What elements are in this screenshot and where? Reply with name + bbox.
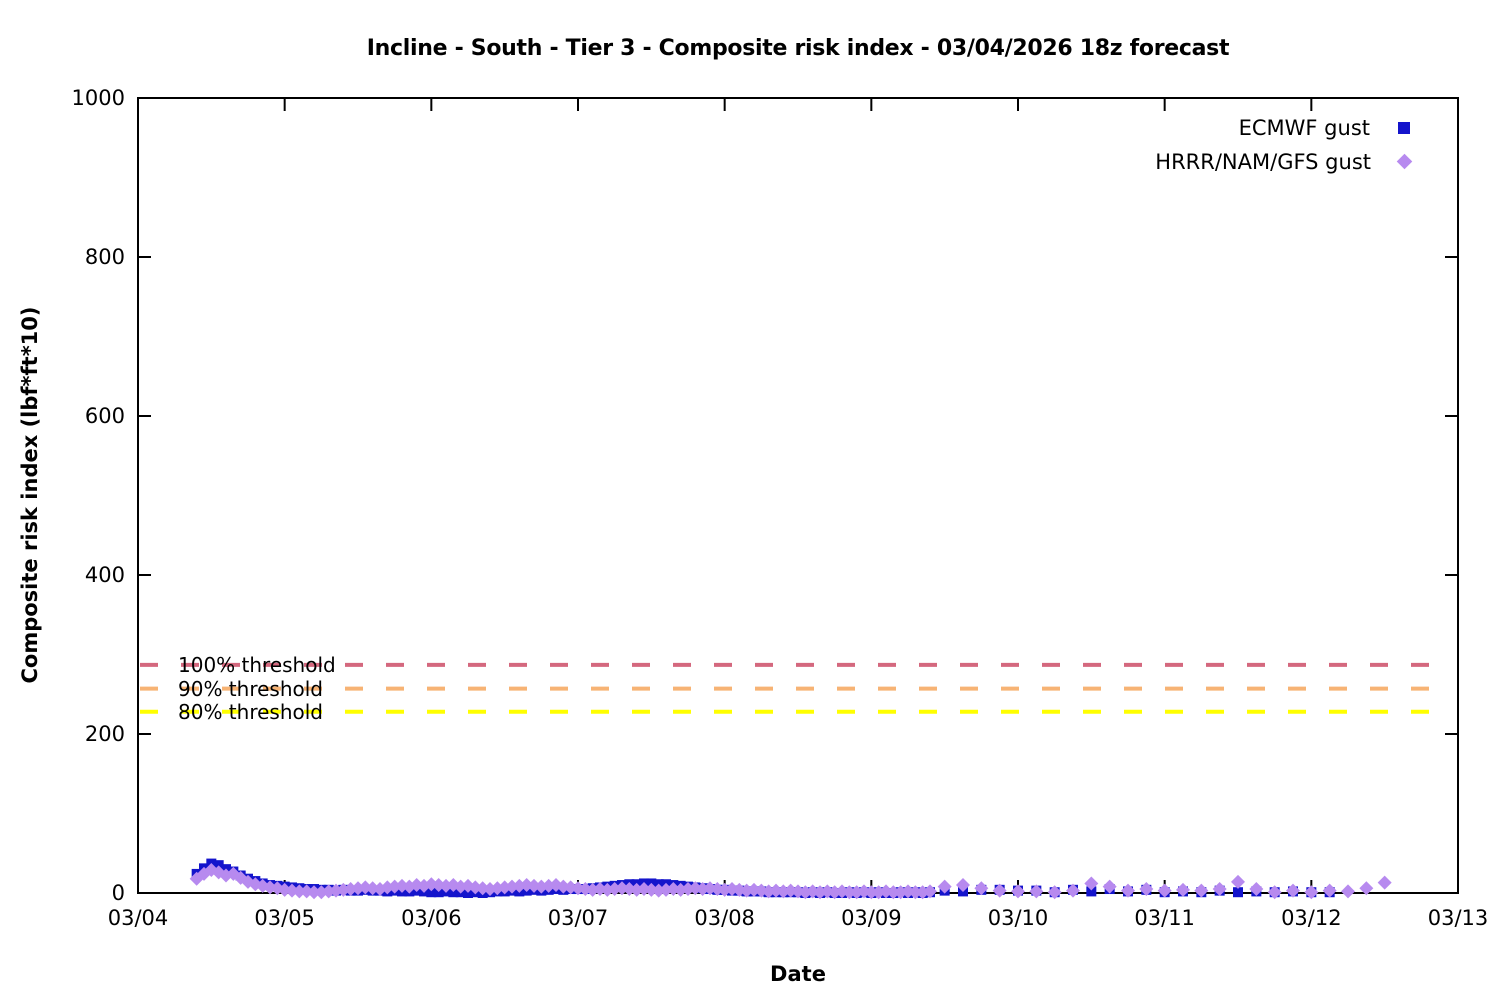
y-axis-label: Composite risk index (lbf*ft*10)	[18, 306, 42, 684]
legend: ECMWF gust HRRR/NAM/GFS gust	[1155, 112, 1413, 177]
y-tick-label: 400	[85, 563, 125, 587]
y-tick-label: 600	[85, 404, 125, 428]
y-tick-label: 1000	[72, 86, 125, 110]
chart-root: Incline - South - Tier 3 - Composite ris…	[0, 0, 1500, 1000]
threshold-label-80: 80% threshold	[178, 699, 323, 724]
x-tick-label: 03/13	[1428, 906, 1489, 930]
legend-label-hrrr-nam-gfs: HRRR/NAM/GFS gust	[1155, 149, 1371, 174]
x-tick-label: 03/09	[841, 906, 902, 930]
x-tick-label: 03/05	[254, 906, 315, 930]
diamond-marker-icon	[1396, 153, 1413, 170]
threshold-label-100: 100% threshold	[178, 652, 336, 677]
x-tick-label: 03/11	[1134, 906, 1195, 930]
data-point-hrrr-nam-gfs	[1377, 875, 1392, 890]
y-tick-label: 800	[85, 245, 125, 269]
x-tick-label: 03/06	[401, 906, 462, 930]
x-tick-label: 03/04	[108, 906, 169, 930]
legend-label-ecmwf: ECMWF gust	[1238, 115, 1370, 140]
legend-entry-ecmwf: ECMWF gust	[1155, 112, 1410, 143]
legend-entry-hrrr-nam-gfs: HRRR/NAM/GFS gust	[1155, 146, 1413, 177]
x-tick-label: 03/12	[1281, 906, 1342, 930]
plot-border	[137, 97, 1459, 894]
x-tick-label: 03/08	[694, 906, 755, 930]
x-tick-label: 03/07	[548, 906, 609, 930]
x-axis-label: Date	[770, 962, 826, 986]
square-marker-icon	[1398, 121, 1410, 134]
y-tick-label: 200	[85, 722, 125, 746]
data-point-hrrr-nam-gfs	[1341, 884, 1355, 899]
x-tick-label: 03/10	[988, 906, 1049, 930]
data-point-hrrr-nam-gfs	[1231, 874, 1245, 889]
y-tick-label: 0	[112, 881, 125, 905]
